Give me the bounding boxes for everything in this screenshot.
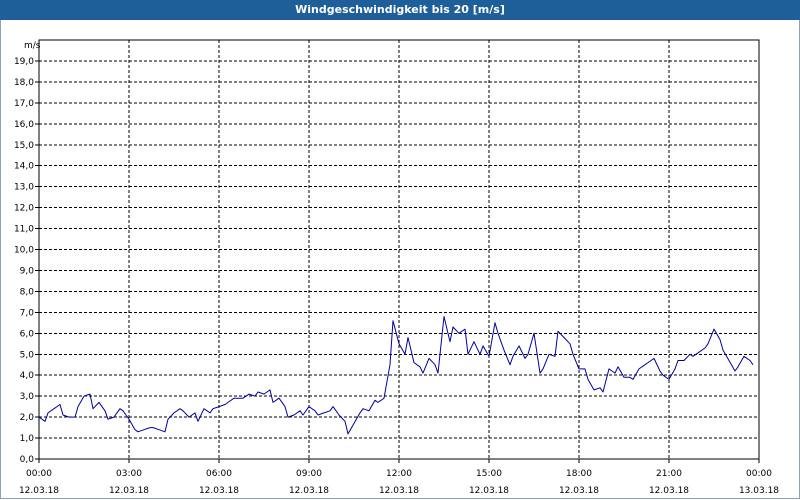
x-tick-label-date: 12.03.18: [379, 486, 419, 496]
y-tick-label: 17,0: [14, 99, 34, 109]
chart: 0,0 1,0 2,0 3,0 4,0 5,0 6,0 7,0 8,0 9,0 10,0 11,0 12…: [14, 39, 779, 496]
x-tick-label-date: 12.03.18: [649, 486, 689, 496]
x-tick-label-time: 00:00: [746, 469, 772, 479]
y-tick-label: 11,0: [14, 225, 34, 235]
x-tick-label-date: 12.03.18: [289, 486, 329, 496]
y-tick-label: 9,0: [20, 266, 35, 276]
y-tick-label: 6,0: [20, 329, 35, 339]
y-tick-label: 19,0: [14, 57, 34, 67]
x-tick-label-time: 06:00: [206, 469, 232, 479]
grid: [39, 40, 759, 459]
y-tick-label: 2,0: [20, 413, 35, 423]
y-tick-label: 7,0: [20, 308, 35, 318]
x-tick-label-date: 12.03.18: [559, 486, 599, 496]
x-tick-label-time: 09:00: [296, 469, 322, 479]
x-tick-label-date: 12.03.18: [19, 486, 59, 496]
y-axis-label: m/s: [24, 41, 41, 51]
y-tick-label: 4,0: [20, 371, 35, 381]
x-tick-label-time: 12:00: [386, 469, 412, 479]
x-tick-label-time: 00:00: [26, 469, 52, 479]
x-tick-label-date: 12.03.18: [109, 486, 149, 496]
y-tick-label: 15,0: [14, 141, 34, 151]
x-tick-label-date: 12.03.18: [199, 486, 239, 496]
x-tick-label-time: 15:00: [476, 469, 502, 479]
y-tick-label: 12,0: [14, 204, 34, 214]
y-tick-label: 1,0: [20, 434, 35, 444]
y-tick-label: 13,0: [14, 183, 34, 193]
y-tick-label: 18,0: [14, 78, 34, 88]
y-tick-labels: 0,0 1,0 2,0 3,0 4,0 5,0 6,0 7,0 8,0 9,0 10,0 11,0 12…: [14, 57, 34, 465]
y-tick-label: 14,0: [14, 162, 34, 172]
x-tick-label-time: 03:00: [116, 469, 142, 479]
x-tick-label-time: 21:00: [656, 469, 682, 479]
x-tick-labels: 00:00 12.03.18 03:00 12.03.18 06:00 12.03.18 0…: [19, 469, 779, 496]
y-tick-label: 8,0: [20, 287, 35, 297]
y-tick-label: 0,0: [20, 455, 35, 465]
axes: [35, 39, 760, 463]
x-tick-label-time: 18:00: [566, 469, 592, 479]
y-tick-label: 16,0: [14, 120, 34, 130]
x-tick-label-date: 12.03.18: [469, 486, 509, 496]
y-tick-label: 3,0: [20, 392, 35, 402]
y-tick-label: 5,0: [20, 350, 35, 360]
x-tick-label-date: 13.03.18: [739, 486, 779, 496]
y-tick-label: 10,0: [14, 246, 34, 256]
